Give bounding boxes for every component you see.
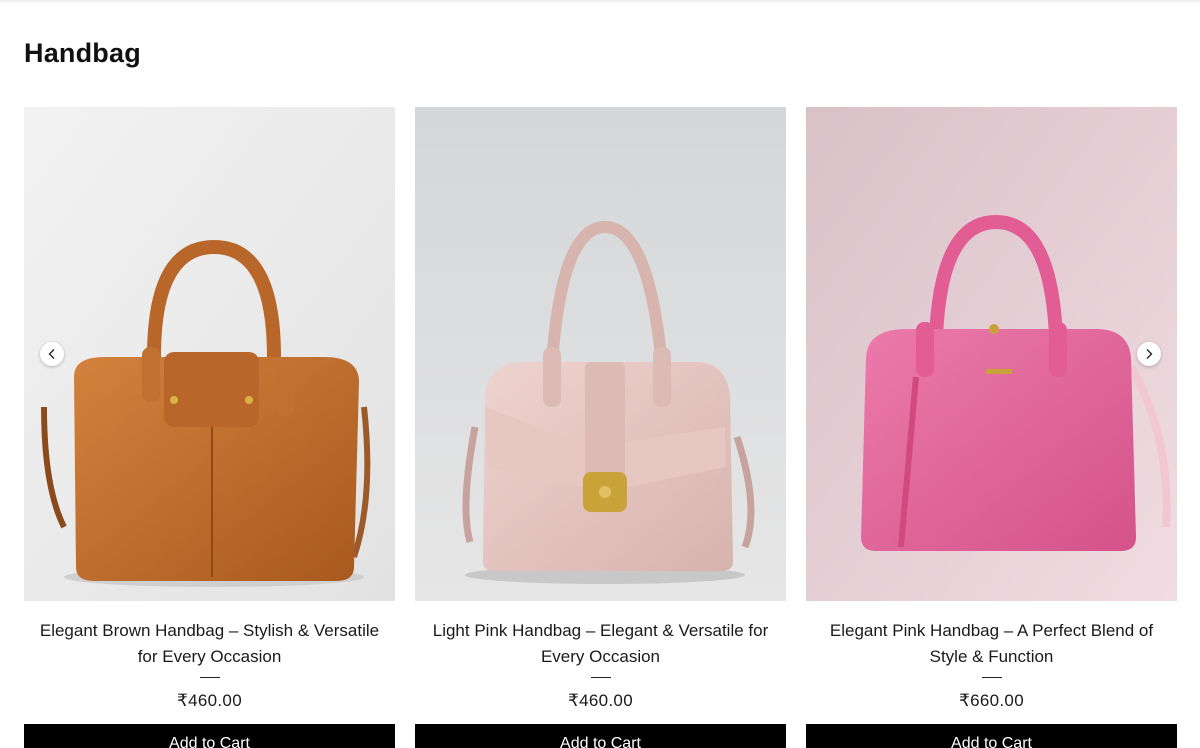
product-card: Elegant Pink Handbag – A Perfect Blend o… xyxy=(806,107,1177,748)
product-name[interactable]: Elegant Brown Handbag – Stylish & Versat… xyxy=(24,618,395,670)
divider xyxy=(199,677,220,678)
brown-handbag-image xyxy=(24,107,395,601)
carousel-next-button[interactable] xyxy=(1137,342,1161,366)
pink-handbag-image xyxy=(806,107,1177,601)
product-card: Elegant Brown Handbag – Stylish & Versat… xyxy=(24,107,395,748)
add-to-cart-button[interactable]: Add to Cart xyxy=(24,724,395,748)
add-to-cart-button[interactable]: Add to Cart xyxy=(806,724,1177,748)
product-carousel: Elegant Brown Handbag – Stylish & Versat… xyxy=(24,107,1177,748)
add-to-cart-button[interactable]: Add to Cart xyxy=(415,724,786,748)
product-name[interactable]: Light Pink Handbag – Elegant & Versatile… xyxy=(415,618,786,670)
chevron-right-icon xyxy=(1146,349,1153,359)
product-card: Light Pink Handbag – Elegant & Versatile… xyxy=(415,107,786,748)
divider xyxy=(590,677,611,678)
chevron-left-icon xyxy=(48,349,55,359)
product-name[interactable]: Elegant Pink Handbag – A Perfect Blend o… xyxy=(806,618,1177,670)
product-price: ₹460.00 xyxy=(177,691,242,710)
header-edge xyxy=(0,0,1200,4)
product-price: ₹660.00 xyxy=(959,691,1024,710)
product-image-link[interactable] xyxy=(806,107,1177,601)
divider xyxy=(981,677,1002,678)
light-pink-handbag-image xyxy=(415,107,786,601)
carousel-prev-button[interactable] xyxy=(40,342,64,366)
product-price: ₹460.00 xyxy=(568,691,633,710)
product-image-link[interactable] xyxy=(415,107,786,601)
product-image-link[interactable] xyxy=(24,107,395,601)
section-title: Handbag xyxy=(24,38,141,68)
